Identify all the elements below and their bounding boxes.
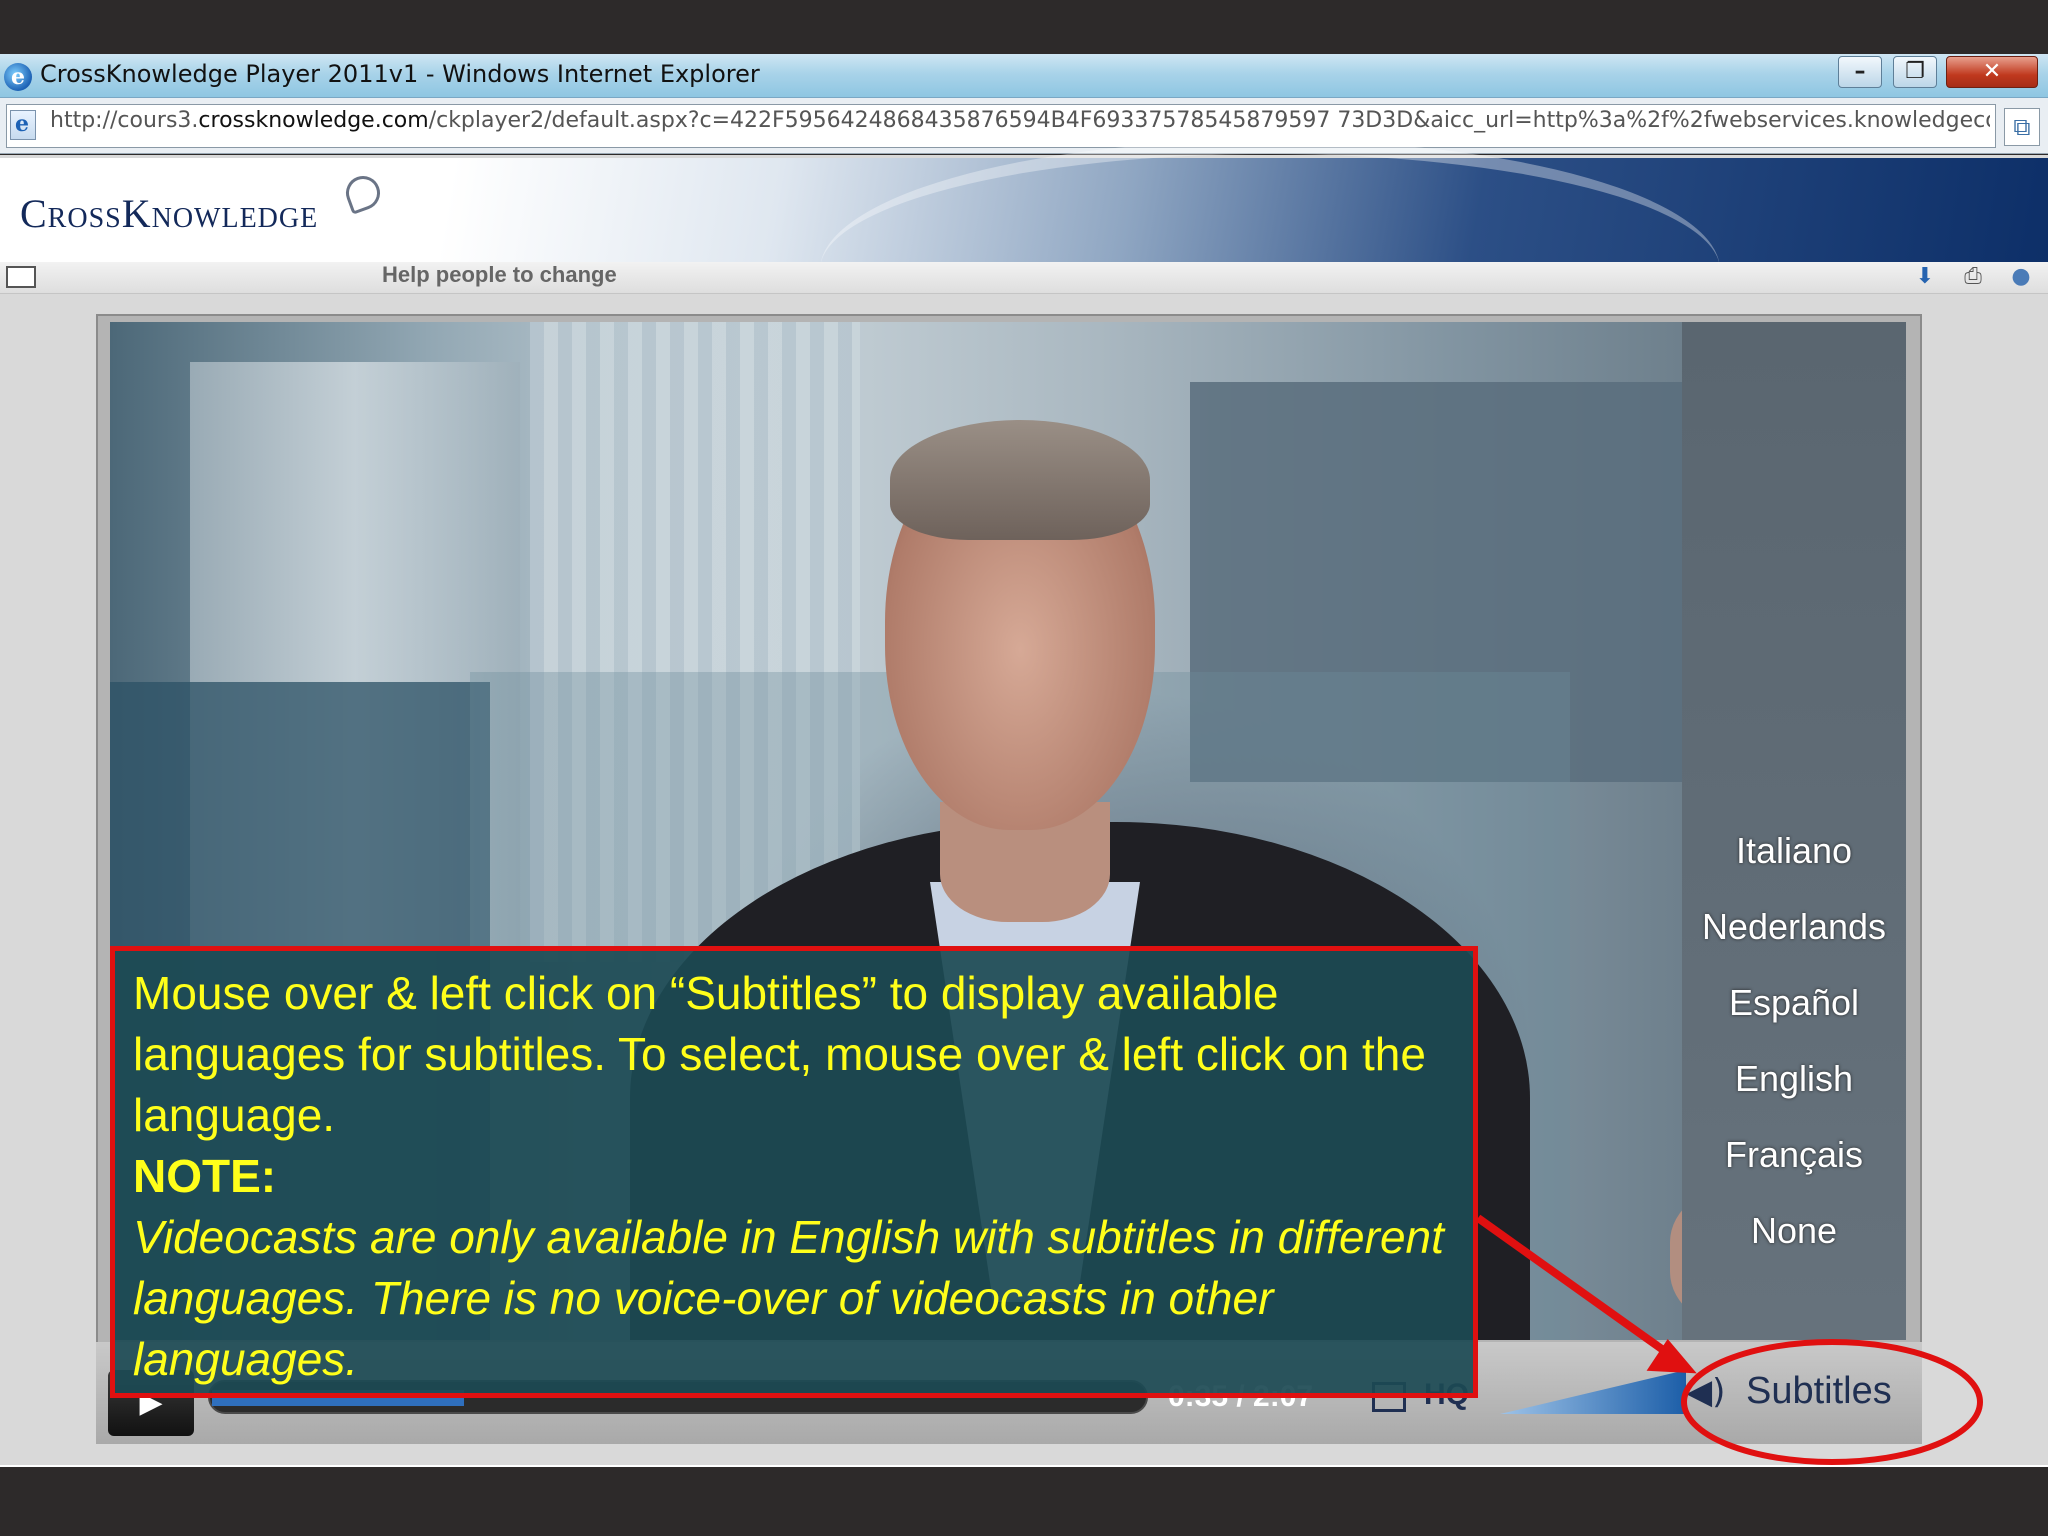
callout-note-label: NOTE:: [133, 1150, 277, 1202]
instruction-callout: Mouse over & left click on “Subtitles” t…: [110, 946, 1478, 1398]
maximize-button[interactable]: ❐: [1893, 56, 1937, 88]
compatibility-view-icon[interactable]: ⧉: [2004, 108, 2040, 146]
crossknowledge-logo: CrossKnowledge: [20, 191, 319, 236]
url-path: /ckplayer2/default.aspx?c=422F5956424868…: [428, 108, 1990, 133]
speaker-icon[interactable]: ◀): [1686, 1372, 1736, 1412]
toolbar: [0, 262, 2048, 294]
page-icon: [10, 110, 36, 140]
language-option-espanol[interactable]: Español: [1682, 982, 1906, 1058]
tagline: Help people to change: [382, 262, 617, 287]
person-icon[interactable]: ●: [2006, 264, 2036, 292]
minimize-button[interactable]: –: [1838, 56, 1882, 88]
language-option-none[interactable]: None: [1682, 1210, 1906, 1286]
url-prefix: http://cours3.: [50, 108, 199, 133]
download-icon[interactable]: ⬇: [1910, 264, 1940, 292]
close-button[interactable]: ✕: [1946, 56, 2038, 88]
language-option-francais[interactable]: Français: [1682, 1134, 1906, 1210]
url-host: crossknowledge.com: [198, 108, 429, 133]
internet-explorer-icon: e: [4, 63, 32, 91]
callout-instruction: Mouse over & left click on “Subtitles” t…: [133, 967, 1426, 1141]
speaker-hair: [890, 420, 1150, 540]
bottom-bar: [0, 1465, 2048, 1536]
window-title: CrossKnowledge Player 2011v1 - Windows I…: [40, 60, 760, 88]
language-option-italiano[interactable]: Italiano: [1682, 830, 1906, 906]
subtitles-button[interactable]: Subtitles: [1746, 1370, 1892, 1430]
restore-window-icon[interactable]: [6, 266, 36, 288]
callout-note-text: Videocasts are only available in English…: [133, 1211, 1444, 1385]
url-text[interactable]: http://cours3.crossknowledge.com/ckplaye…: [50, 108, 1990, 144]
subtitle-language-menu: Italiano Nederlands Español English Fran…: [1682, 322, 1906, 1340]
language-option-english[interactable]: English: [1682, 1058, 1906, 1134]
language-option-nederlands[interactable]: Nederlands: [1682, 906, 1906, 982]
print-icon[interactable]: ⎙: [1958, 264, 1988, 292]
